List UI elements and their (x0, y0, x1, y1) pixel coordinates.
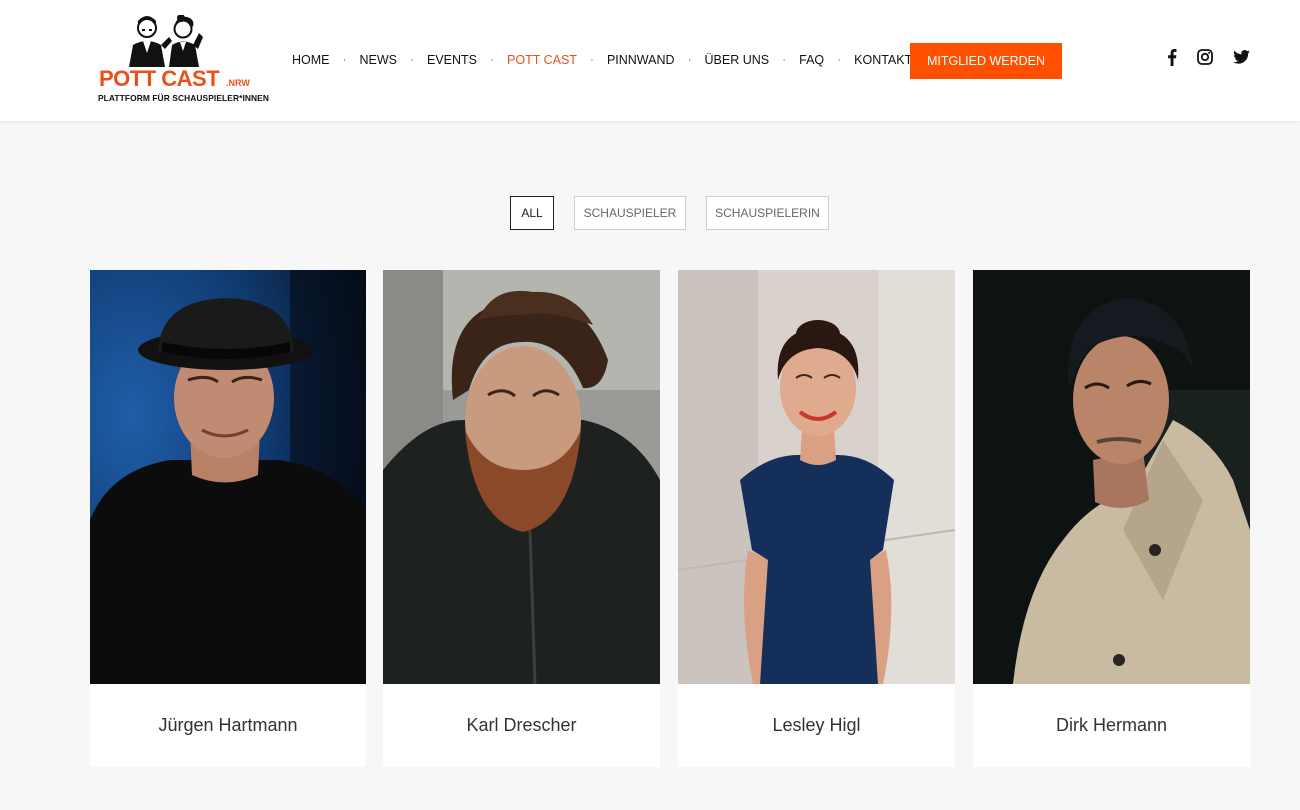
nav-item-kontakt[interactable]: KONTAKT (847, 51, 919, 69)
member-name[interactable]: Lesley Higl (678, 684, 955, 767)
member-name[interactable]: Jürgen Hartmann (90, 684, 366, 767)
logo-figures-icon (129, 15, 203, 67)
nav-separator: · (837, 54, 841, 66)
site-header: POTT CAST .NRW PLATTFORM FÜR SCHAUSPIELE… (0, 0, 1300, 121)
member-name[interactable]: Karl Drescher (383, 684, 660, 767)
filter-schauspielerin[interactable]: SCHAUSPIELERIN (706, 196, 829, 230)
member-card[interactable]: Lesley Higl (678, 270, 955, 767)
filter-all[interactable]: ALL (510, 196, 554, 230)
member-name[interactable]: Dirk Hermann (973, 684, 1250, 767)
twitter-link[interactable] (1232, 48, 1250, 66)
nav-separator: · (410, 54, 414, 66)
nav-separator: · (782, 54, 786, 66)
nav-item-faq[interactable]: FAQ (792, 51, 831, 69)
nav-item-ueber-uns[interactable]: ÜBER UNS (698, 51, 777, 69)
twitter-icon (1232, 50, 1250, 64)
member-portrait-image (973, 270, 1250, 684)
member-card[interactable]: Dirk Hermann (973, 270, 1250, 767)
instagram-icon (1197, 49, 1213, 65)
member-card[interactable]: Karl Drescher (383, 270, 660, 767)
member-photo[interactable] (973, 270, 1250, 684)
nav-separator: · (342, 54, 347, 66)
facebook-link[interactable] (1163, 48, 1181, 66)
member-card[interactable]: Jürgen Hartmann (90, 270, 366, 767)
facebook-icon (1168, 48, 1177, 66)
nav-separator: · (590, 54, 594, 66)
nav-separator: · (490, 54, 494, 66)
nav-item-home[interactable]: HOME (285, 51, 337, 69)
nav-item-events[interactable]: EVENTS (420, 51, 484, 69)
member-portrait-image (678, 270, 955, 684)
logo-tagline: PLATTFORM FÜR SCHAUSPIELER*INNEN (98, 93, 270, 103)
member-portrait-image (383, 270, 660, 684)
become-member-button[interactable]: MITGLIED WERDEN (910, 43, 1062, 79)
nav-item-news[interactable]: NEWS (353, 51, 405, 69)
logo-wordmark: POTT CAST (99, 66, 220, 91)
nav-item-pott-cast[interactable]: POTT CAST (500, 51, 584, 69)
filter-schauspieler[interactable]: SCHAUSPIELER (574, 196, 686, 230)
member-portrait-image (90, 270, 366, 684)
site-logo[interactable]: POTT CAST .NRW PLATTFORM FÜR SCHAUSPIELE… (97, 15, 269, 107)
member-photo[interactable] (90, 270, 366, 684)
logo-suffix: .NRW (226, 78, 250, 88)
member-photo[interactable] (678, 270, 955, 684)
member-photo[interactable] (383, 270, 660, 684)
nav-item-pinnwand[interactable]: PINNWAND (600, 51, 682, 69)
instagram-link[interactable] (1196, 48, 1214, 66)
nav-separator: · (687, 54, 692, 66)
main-nav: HOME · NEWS · EVENTS · POTT CAST · PINNW… (285, 51, 919, 69)
